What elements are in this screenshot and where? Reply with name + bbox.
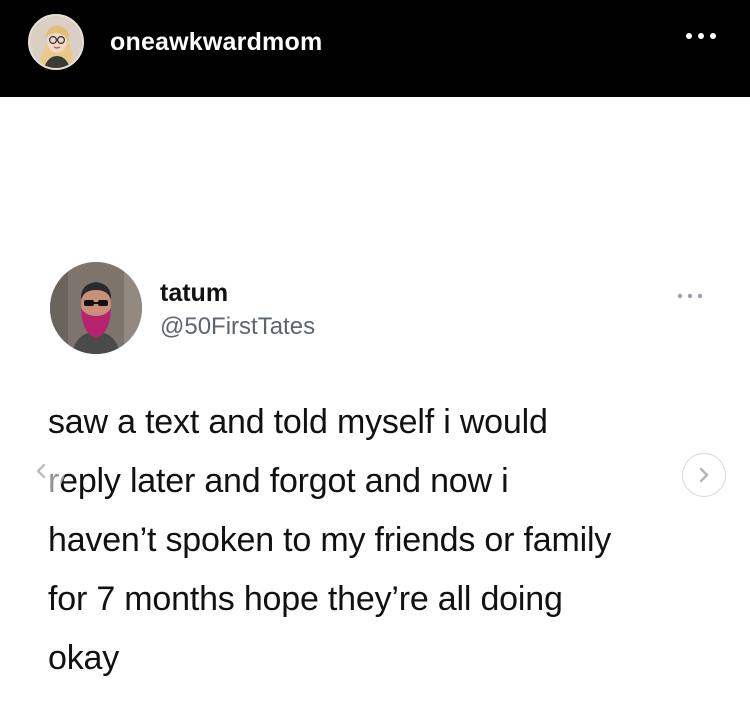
profile-avatar[interactable]	[28, 14, 84, 70]
tweet-text-line: saw a text and told myself i would	[48, 403, 548, 441]
post-header: oneawkwardmom	[0, 0, 750, 97]
profile-username[interactable]: oneawkwardmom	[110, 28, 322, 57]
chevron-left-icon	[36, 463, 46, 479]
tweet-author-handle: @50FirstTates	[160, 313, 316, 340]
chevron-right-icon	[699, 467, 709, 483]
more-options-icon[interactable]	[683, 26, 719, 46]
tweet-author-avatar	[50, 262, 142, 354]
tweet-text-line: for 7 months hope they’re all doing	[48, 580, 563, 618]
tweet-text-line: haven’t spoken to my friends or family	[48, 521, 612, 559]
tweet-text: saw a text and told myself i would reply…	[48, 393, 708, 688]
tweet-text-line: okay	[48, 639, 120, 677]
tweet-author-name: tatum	[160, 279, 229, 307]
carousel-prev-button[interactable]	[17, 447, 65, 495]
carousel-next-button[interactable]	[682, 453, 726, 497]
cartoon-woman-avatar-icon	[30, 16, 82, 68]
more-options-icon	[675, 288, 705, 299]
tweet-text-line: reply later and forgot and now i	[48, 462, 509, 500]
bearded-man-avatar-icon	[50, 262, 142, 354]
